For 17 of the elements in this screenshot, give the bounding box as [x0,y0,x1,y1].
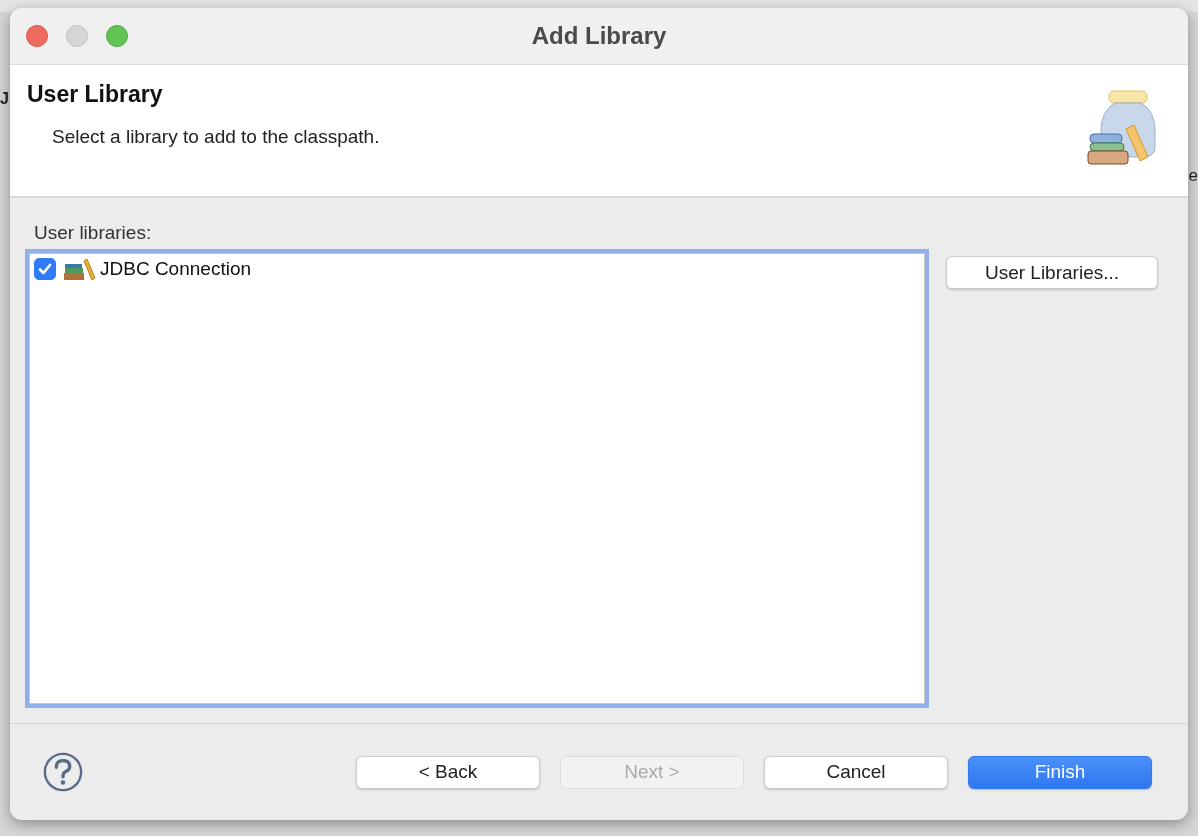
dialog-button[interactable]: User Libraries... [946,256,1158,289]
page-description: Select a library to add to the classpath. [52,126,380,148]
dialog-button[interactable]: Finish [968,755,1152,789]
checkbox[interactable] [34,258,56,280]
library-list[interactable]: JDBC Connection [28,252,926,705]
library-name[interactable]: JDBC Connection [100,258,252,280]
dialog-button[interactable]: Cancel [764,755,948,789]
background-text: J [0,90,9,108]
close-button[interactable] [26,25,48,47]
list-label: User libraries: [34,222,153,244]
zoom-button[interactable] [106,25,128,47]
page-title: User Library [27,81,164,108]
background-text: e [1188,166,1198,186]
dialog-button[interactable]: < Back [356,755,540,789]
books-icon [64,257,96,281]
help-icon[interactable] [42,751,84,793]
window-title: Add Library [530,22,668,50]
